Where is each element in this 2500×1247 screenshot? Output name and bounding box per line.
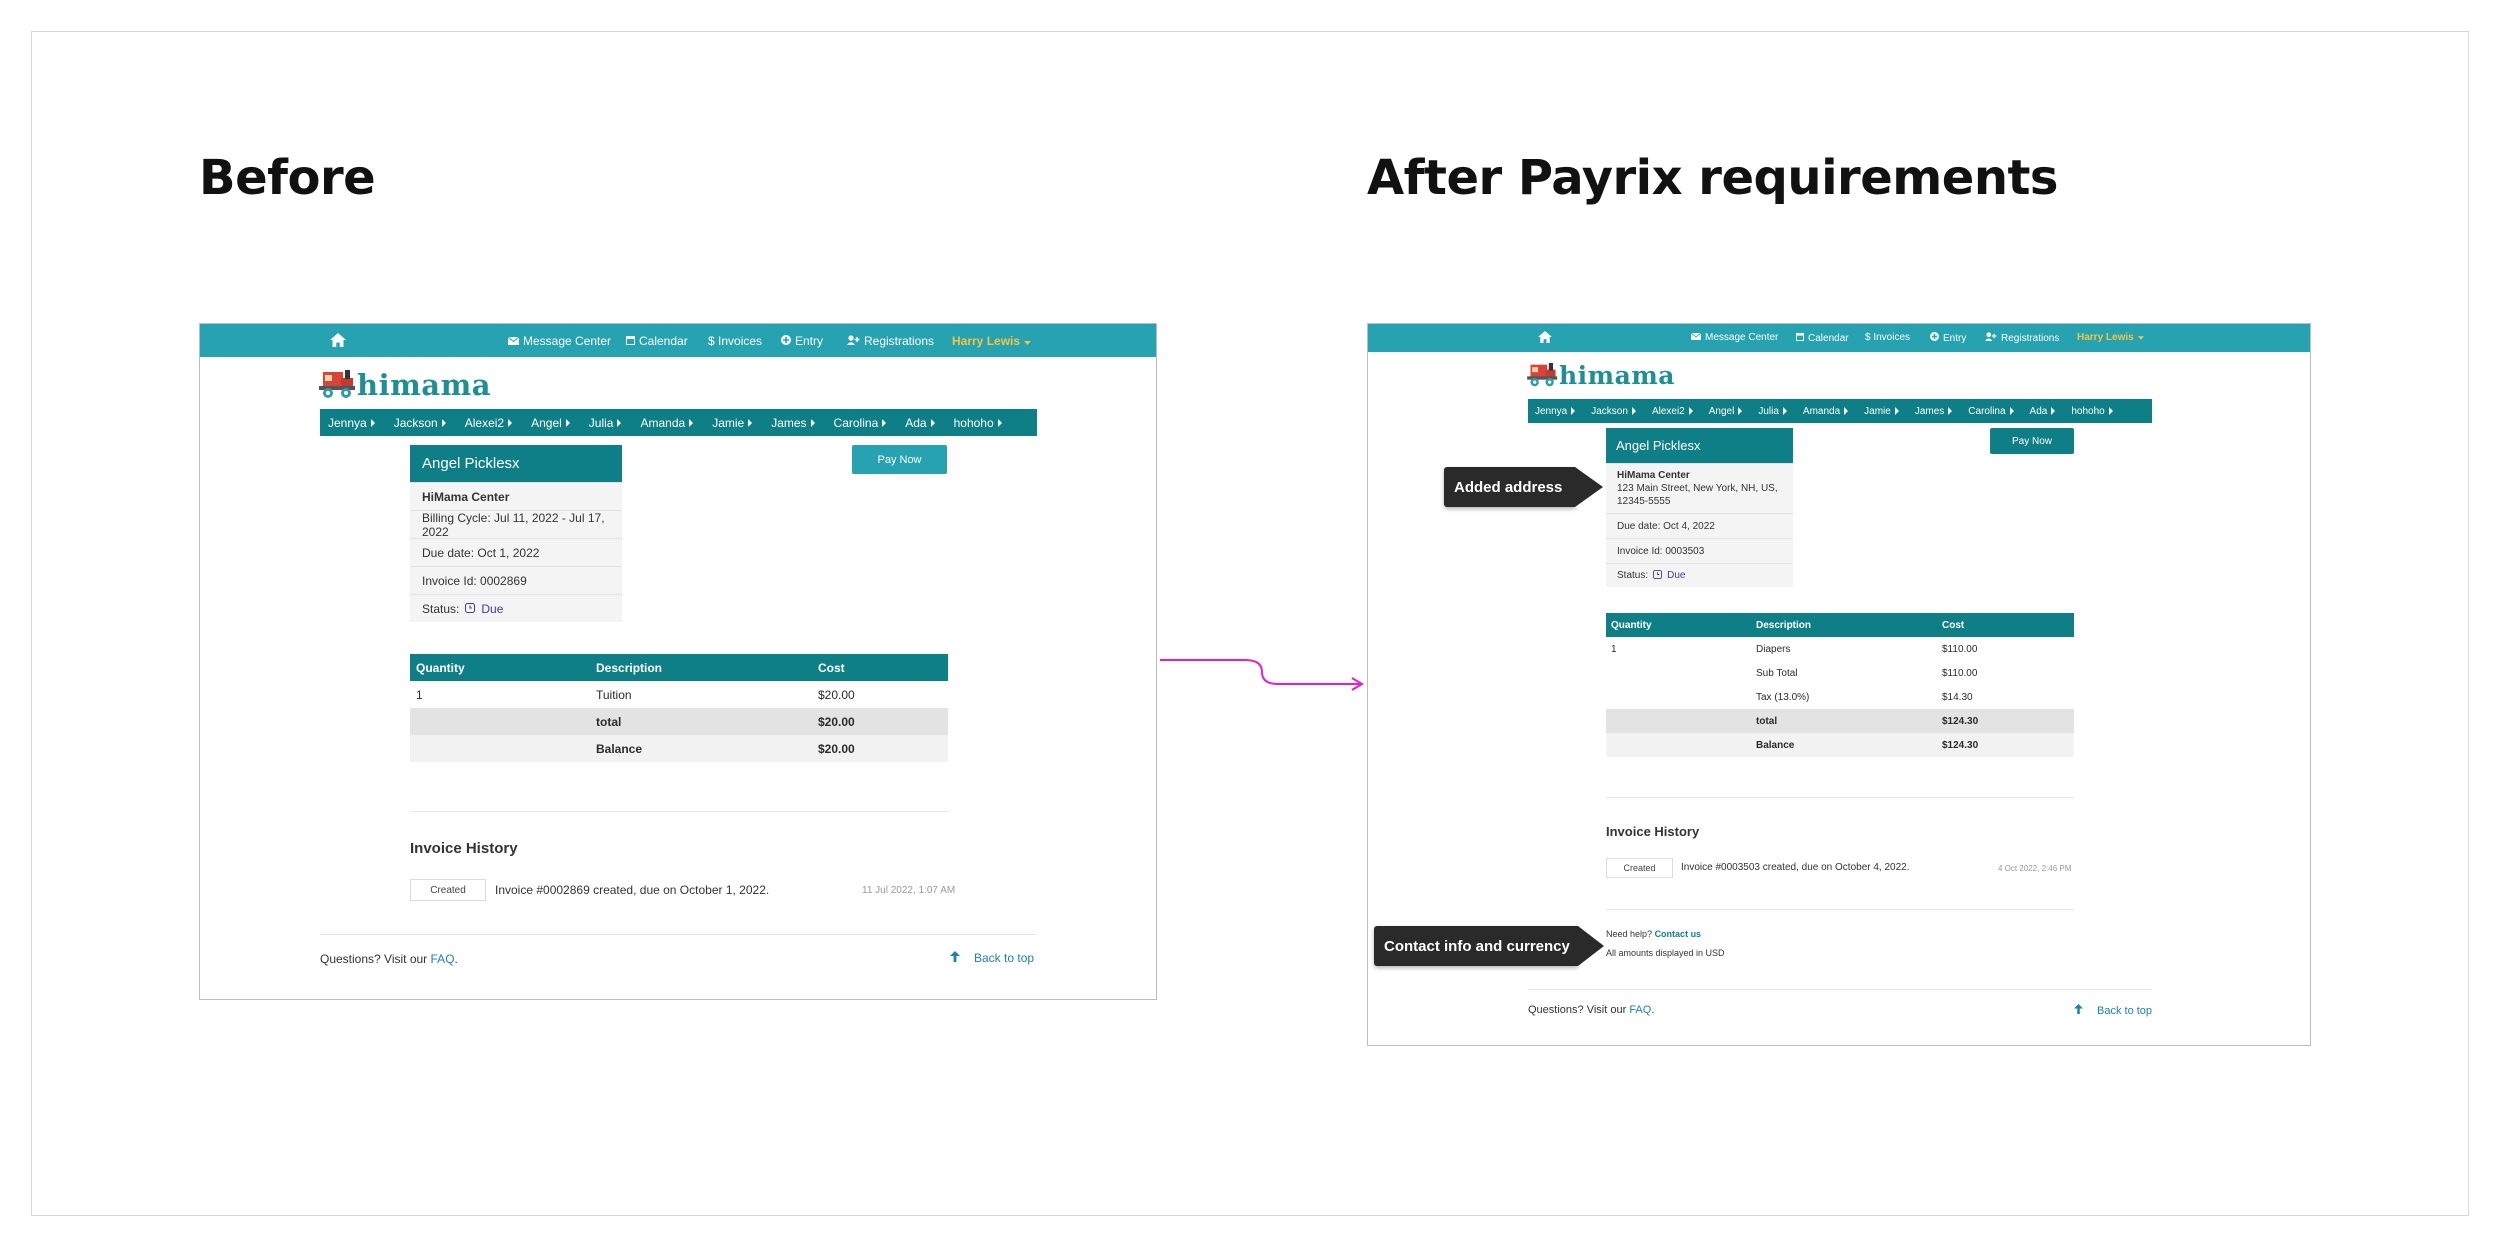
- pay-now-button[interactable]: Pay Now: [1990, 428, 2074, 454]
- envelope-icon: [1690, 332, 1702, 343]
- status-due-text: Due: [1667, 570, 1686, 581]
- caret-right-icon: [1948, 407, 1953, 415]
- invoice-id: Invoice Id: 0003503: [1606, 538, 1793, 563]
- caret-right-icon: [2009, 407, 2014, 415]
- nav-user-menu[interactable]: Harry Lewis: [2077, 332, 2144, 343]
- divider: [1528, 989, 2152, 990]
- callout-pointer: [1578, 926, 1604, 966]
- invoice-info-card: Angel Picklesx HiMama Center 123 Main St…: [1606, 428, 1793, 587]
- child-tab[interactable]: Alexei2: [1652, 406, 1693, 417]
- himama-logo[interactable]: himama: [1527, 358, 1675, 393]
- child-tab[interactable]: Jamie: [1864, 406, 1899, 417]
- table-row: Tax (13.0%) $14.30: [1756, 691, 1973, 703]
- caret-right-icon: [2051, 407, 2056, 415]
- back-to-top-link[interactable]: Back to top: [2074, 1004, 2152, 1017]
- due-date: Due date: Oct 4, 2022: [1606, 513, 1793, 538]
- caret-right-icon: [2108, 407, 2113, 415]
- footer-faq-text: Questions? Visit our FAQ.: [1528, 1004, 1655, 1016]
- child-tab[interactable]: Jackson: [1591, 406, 1636, 417]
- home-icon[interactable]: [1538, 331, 1552, 346]
- callout-added-address: Added address: [1444, 467, 1603, 507]
- callout-pointer: [1575, 467, 1603, 507]
- child-tab[interactable]: Carolina: [1968, 406, 2014, 417]
- table-total-row: total $124.30: [1606, 709, 2074, 733]
- child-tabs-bar: Jennya Jackson Alexei2 Angel Julia Amand…: [1528, 399, 2152, 423]
- calendar-icon: [1796, 332, 1804, 344]
- table-balance-row: Balance $124.30: [1606, 733, 2074, 757]
- currency-note: All amounts displayed in USD: [1606, 948, 1725, 958]
- faq-link[interactable]: FAQ: [1629, 1004, 1651, 1016]
- child-tab[interactable]: James: [1915, 406, 1953, 417]
- logo-text: himama: [1559, 361, 1675, 390]
- nav-invoices[interactable]: $ Invoices: [1865, 332, 1910, 343]
- center-address: HiMama Center 123 Main Street, New York,…: [1606, 463, 1793, 513]
- caret-right-icon: [1894, 407, 1899, 415]
- after-heading: After Payrix requirements: [1367, 150, 2059, 206]
- child-tab[interactable]: Amanda: [1803, 406, 1849, 417]
- nav-calendar[interactable]: Calendar: [1796, 332, 1849, 344]
- nav-entry[interactable]: Entry: [1930, 332, 1966, 344]
- child-tab[interactable]: Ada: [2030, 406, 2056, 417]
- history-status-badge: Created: [1606, 858, 1673, 878]
- contact-us-link[interactable]: Contact us: [1655, 929, 1702, 939]
- child-name-header: Angel Picklesx: [1606, 428, 1793, 463]
- nav-registrations[interactable]: Registrations: [1985, 332, 2059, 344]
- history-entry-text: Invoice #0003503 created, due on October…: [1681, 862, 1910, 873]
- user-plus-icon: [1985, 332, 1997, 344]
- callout-contact-currency: Contact info and currency: [1374, 926, 1604, 966]
- caret-right-icon: [1844, 407, 1849, 415]
- caret-right-icon: [1571, 407, 1576, 415]
- invoice-status: Status: Due: [1606, 563, 1793, 587]
- nav-message-center[interactable]: Message Center: [1690, 332, 1778, 343]
- arrow-up-icon: [2074, 1004, 2083, 1017]
- help-contact-line: Need help? Contact us: [1606, 929, 1702, 939]
- train-icon: [1527, 358, 1559, 393]
- invoice-items-table: Quantity Description Cost 1 Diapers $110…: [1606, 613, 2074, 757]
- chevron-down-icon: [2137, 332, 2144, 343]
- top-nav-bar: Message Center Calendar $ Invoices Entry…: [1368, 324, 2310, 352]
- invoice-history-title: Invoice History: [1606, 824, 1700, 839]
- divider: [1606, 797, 2074, 798]
- caret-right-icon: [1738, 407, 1743, 415]
- clock-icon: [1653, 569, 1663, 582]
- child-tab[interactable]: Julia: [1758, 406, 1787, 417]
- caret-right-icon: [1782, 407, 1787, 415]
- child-tab[interactable]: hohoho: [2071, 406, 2113, 417]
- caret-right-icon: [1688, 407, 1693, 415]
- table-header: Quantity Description Cost: [1606, 613, 2074, 637]
- divider: [1606, 909, 2074, 910]
- caret-right-icon: [1631, 407, 1636, 415]
- table-row: Sub Total $110.00: [1756, 667, 1978, 679]
- child-tab[interactable]: Angel: [1709, 406, 1743, 417]
- history-entry-time: 4 Oct 2022, 2:46 PM: [1998, 864, 2072, 873]
- plus-circle-icon: [1930, 332, 1939, 344]
- child-tab[interactable]: Jennya: [1535, 406, 1576, 417]
- table-row: 1 Diapers $110.00: [1611, 643, 1978, 655]
